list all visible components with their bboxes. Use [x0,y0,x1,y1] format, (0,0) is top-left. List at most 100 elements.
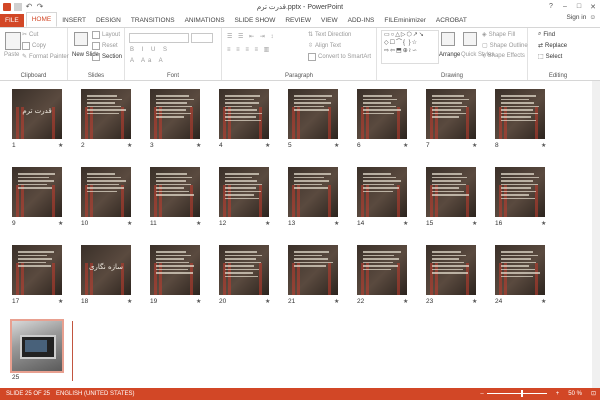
slide-thumbnail[interactable] [150,89,200,139]
slide-thumbnail[interactable] [288,245,338,295]
slide-thumbnail[interactable] [10,319,64,373]
maximize-icon[interactable]: □ [572,0,586,13]
close-icon[interactable]: ✕ [586,0,600,13]
transition-icon[interactable]: ★ [403,298,408,305]
slide-thumbnail[interactable] [288,89,338,139]
find-button[interactable]: ⌕ Find [538,31,555,38]
shape-fill-button[interactable]: ◈ Shape Fill [482,31,515,39]
transition-icon[interactable]: ★ [196,220,201,227]
paste-button[interactable]: Paste [4,52,19,58]
slide-thumbnail[interactable]: قدرت ترم [12,89,62,139]
slide-thumbnail[interactable] [81,167,131,217]
transition-icon[interactable]: ★ [58,220,63,227]
tab-insert[interactable]: INSERT [57,14,91,27]
tab-add-ins[interactable]: ADD-INS [343,14,380,27]
vertical-scrollbar[interactable] [592,81,600,388]
slide-thumbnail[interactable] [426,167,476,217]
slide-thumbnail[interactable]: سازه نگاری [81,245,131,295]
select-button[interactable]: ⬚ Select [538,53,562,61]
tab-view[interactable]: VIEW [316,14,343,27]
quick-styles-icon[interactable] [463,32,477,46]
font-size-combo[interactable] [191,33,213,43]
transition-icon[interactable]: ★ [334,142,339,149]
format-painter-button[interactable]: ✎ Format Painter [22,53,69,61]
slide-thumbnail[interactable] [12,245,62,295]
transition-icon[interactable]: ★ [196,142,201,149]
transition-icon[interactable]: ★ [541,142,546,149]
tab-acrobat[interactable]: ACROBAT [431,14,472,27]
tab-animations[interactable]: ANIMATIONS [180,14,230,27]
transition-icon[interactable]: ★ [472,220,477,227]
slide-thumbnail[interactable] [12,167,62,217]
layout-button[interactable]: Layout [92,31,120,39]
slide-thumbnail[interactable] [81,89,131,139]
font-color-buttons[interactable]: A Aa A [130,58,166,64]
slide-thumbnail[interactable] [357,245,407,295]
transition-icon[interactable]: ★ [265,142,270,149]
align-buttons[interactable]: ≡ ≡ ≡ ≡ ▥ [227,46,271,53]
zoom-level[interactable]: 50 % [562,391,582,397]
tab-home[interactable]: HOME [25,12,58,27]
transition-icon[interactable]: ★ [334,298,339,305]
transition-icon[interactable]: ★ [127,142,132,149]
slide-thumbnail[interactable] [357,89,407,139]
reset-button[interactable]: Reset [92,42,118,50]
arrange-icon[interactable] [441,32,455,46]
transition-icon[interactable]: ★ [403,220,408,227]
transition-icon[interactable]: ★ [472,298,477,305]
replace-button[interactable]: ⇄ Replace [538,42,567,50]
help-icon[interactable]: ? [544,0,558,13]
language-indicator[interactable]: ENGLISH (UNITED STATES) [50,391,134,397]
zoom-slider[interactable] [486,390,547,397]
tab-review[interactable]: REVIEW [280,14,316,27]
slide-thumbnail[interactable] [426,89,476,139]
shapes-gallery[interactable]: ▭○△▷⬡↗↘ ◇☐⌒{ }☆ ⇨⇦⬒⊕≀∽ [381,30,439,64]
tab-slide-show[interactable]: SLIDE SHOW [230,14,281,27]
slide-thumbnail[interactable] [219,167,269,217]
convert-smartart-button[interactable]: Convert to SmartArt [308,53,371,61]
new-slide-icon[interactable] [74,32,88,46]
transition-icon[interactable]: ★ [472,142,477,149]
slide-thumbnail[interactable] [150,245,200,295]
transition-icon[interactable]: ★ [58,142,63,149]
slide-thumbnail[interactable] [495,245,545,295]
slide-thumbnail[interactable] [219,245,269,295]
slide-thumbnail[interactable] [357,167,407,217]
transition-icon[interactable]: ★ [541,298,546,305]
transition-icon[interactable]: ★ [58,298,63,305]
slide-thumbnail[interactable] [150,167,200,217]
slide-thumbnail[interactable] [288,167,338,217]
shape-outline-button[interactable]: ▢ Shape Outline [482,42,528,50]
fit-slide-icon[interactable]: ⊡ [585,390,596,397]
tab-design[interactable]: DESIGN [91,14,126,27]
slide-thumbnail[interactable] [495,167,545,217]
transition-icon[interactable]: ★ [265,298,270,305]
tab-fileminimizer[interactable]: FILEminimizer [379,14,431,27]
transition-icon[interactable]: ★ [265,220,270,227]
font-name-combo[interactable] [129,33,189,43]
transition-icon[interactable]: ★ [127,220,132,227]
minimize-icon[interactable]: – [558,0,572,13]
shape-effects-button[interactable]: ◐ Shape Effects [482,53,525,59]
section-button[interactable]: Section [92,53,122,61]
paste-icon[interactable] [5,32,21,50]
sign-in[interactable]: Sign in ☺ [566,14,596,21]
slide-thumbnail[interactable] [219,89,269,139]
slide-thumbnail[interactable] [426,245,476,295]
tab-file[interactable]: FILE [0,14,24,27]
slide-thumbnail[interactable] [495,89,545,139]
font-style-buttons[interactable]: B I U S [130,47,170,53]
arrange-button[interactable]: Arrange [439,52,460,58]
cut-button[interactable]: ✂ Cut [22,31,38,39]
zoom-out-icon[interactable]: – [474,391,483,397]
list-buttons[interactable]: ☰ ☰ ⇤ ⇥ ↕ [227,33,275,40]
transition-icon[interactable]: ★ [196,298,201,305]
transition-icon[interactable]: ★ [334,220,339,227]
copy-button[interactable]: Copy [22,42,46,50]
tab-transitions[interactable]: TRANSITIONS [126,14,180,27]
transition-icon[interactable]: ★ [127,298,132,305]
text-direction-button[interactable]: ⇅ Text Direction [308,31,351,39]
transition-icon[interactable]: ★ [403,142,408,149]
zoom-in-icon[interactable]: + [550,391,560,397]
align-text-button[interactable]: ⇳ Align Text [308,42,341,50]
